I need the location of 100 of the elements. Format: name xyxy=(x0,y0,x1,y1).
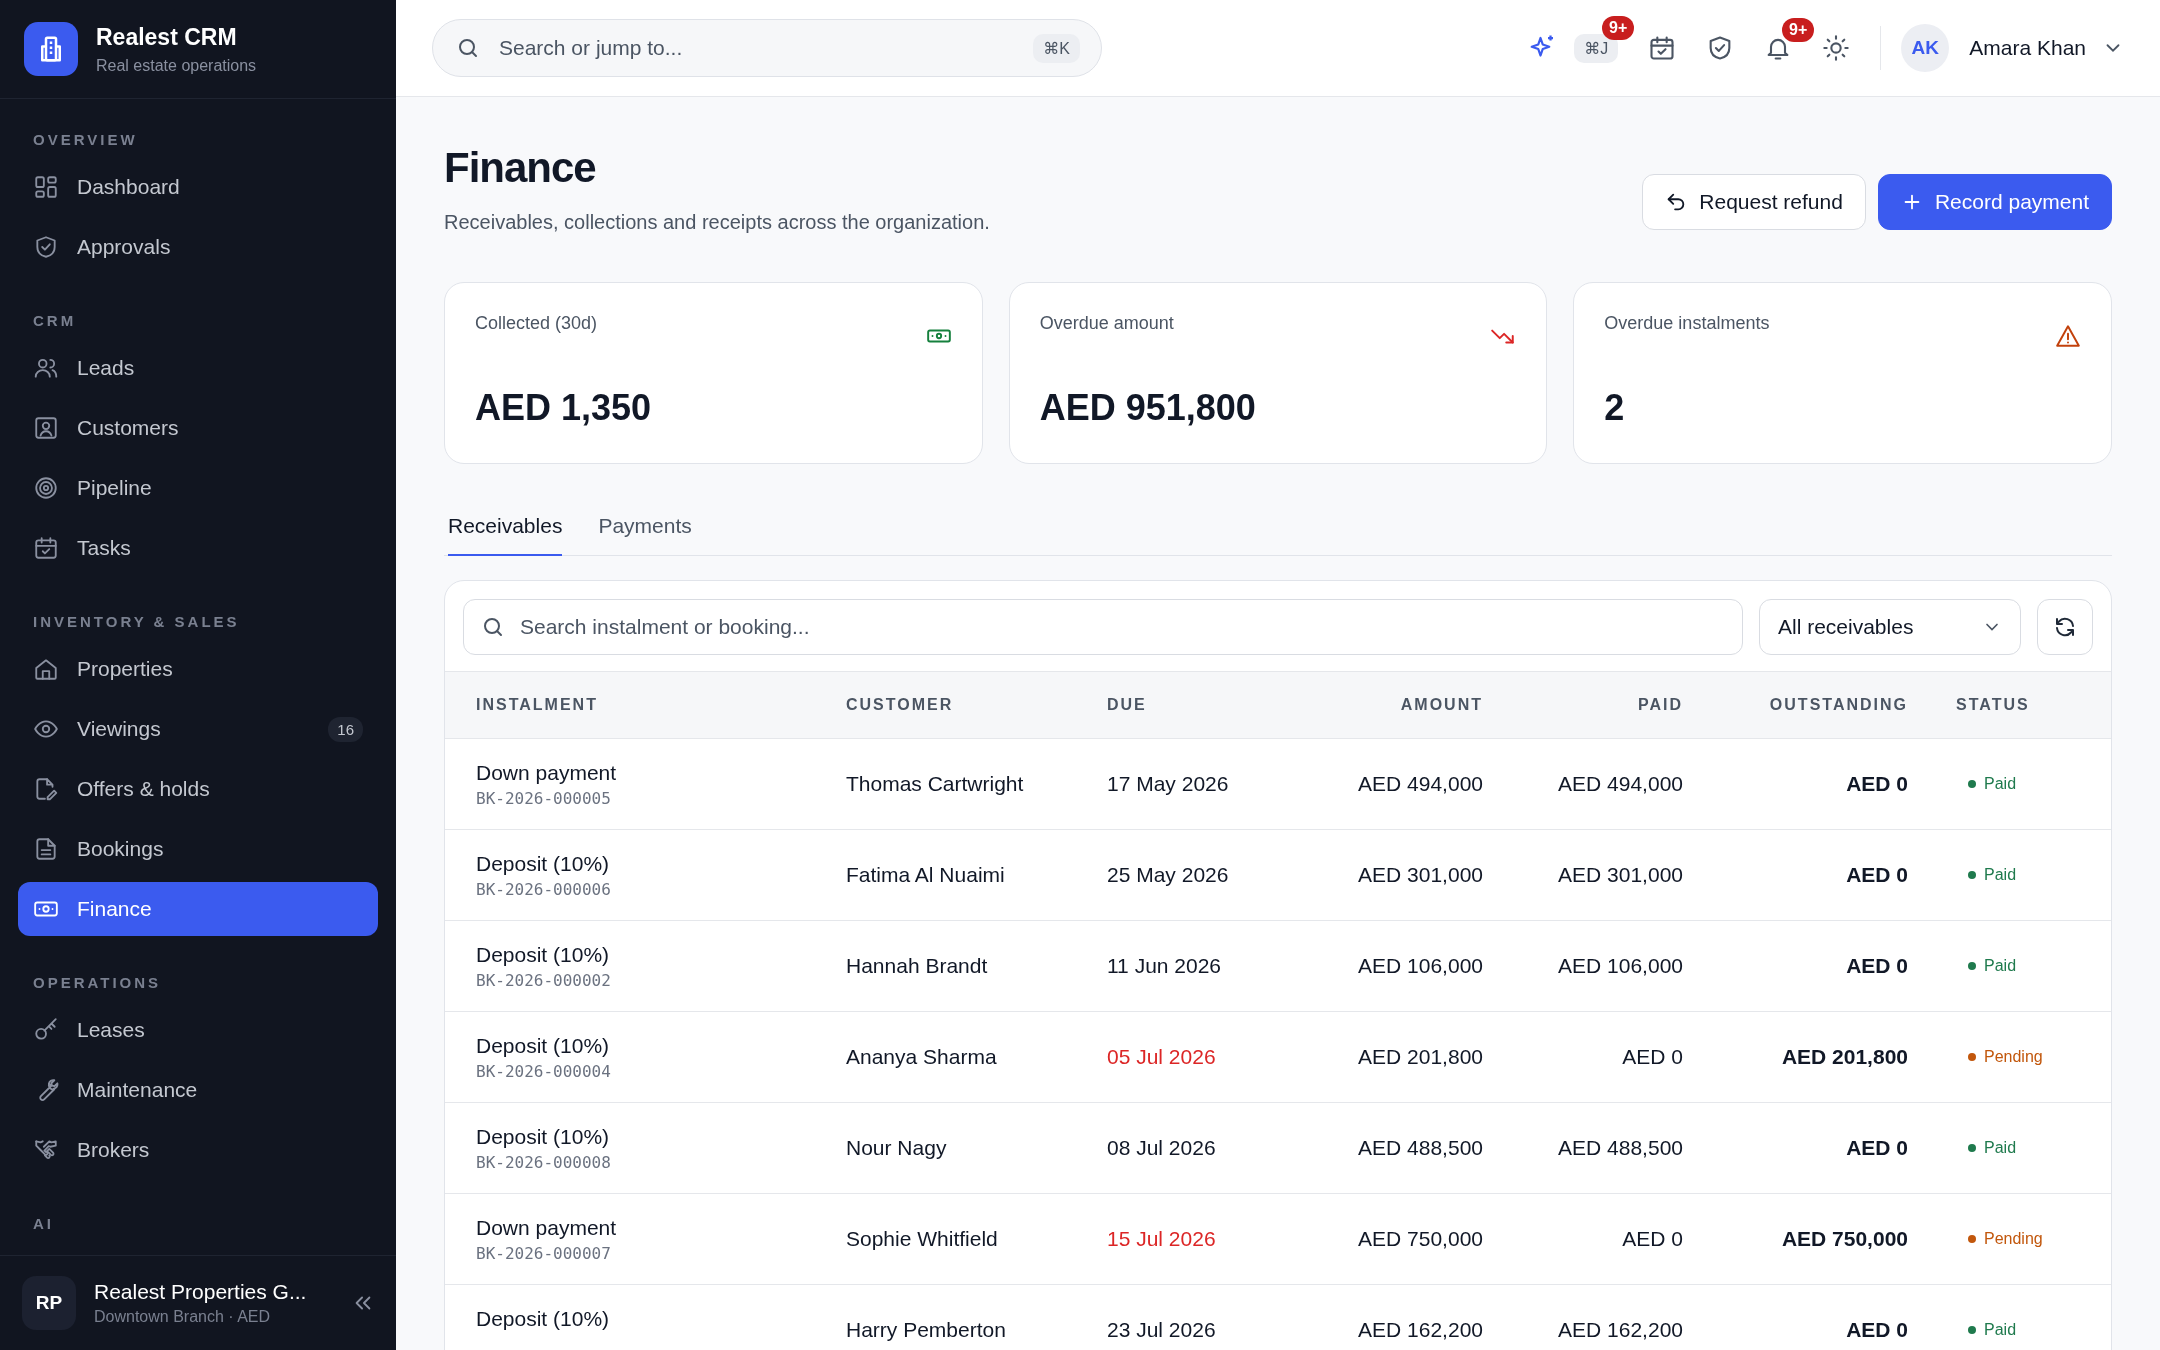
section-label: CRM xyxy=(32,311,78,331)
stat-value: AED 1,350 xyxy=(475,387,653,429)
table-cell-text: AED 488,500 xyxy=(1557,1136,1683,1160)
table-cell-text: Hannah Brandt xyxy=(846,954,989,978)
nav-item[interactable]: Offers & holds xyxy=(18,762,378,816)
user-avatar[interactable]: AK xyxy=(1901,24,1950,72)
shield-check-icon xyxy=(33,234,59,260)
table-cell-text: Deposit (10%) xyxy=(476,1124,611,1149)
column-header: PAID xyxy=(1636,696,1683,714)
table-cell-text: AED 162,200 xyxy=(1557,1318,1683,1342)
section-label: AI xyxy=(32,1214,55,1234)
contact-card-icon xyxy=(33,415,59,441)
table-cell-text: AED 750,000 xyxy=(1780,1227,1908,1251)
table-cell-text: Deposit (10%) xyxy=(476,851,611,876)
column-header: DUE xyxy=(1107,696,1148,714)
table-cell-text: Thomas Cartwright xyxy=(846,772,1025,796)
table-cell-text: AED 106,000 xyxy=(1557,954,1683,978)
shortcut-key: ⌘K xyxy=(1033,34,1080,63)
table-cell-text: AED 0 xyxy=(1845,954,1908,978)
document-icon xyxy=(33,836,59,862)
search-field[interactable]: Search instalment or booking... xyxy=(463,599,1743,655)
section-label: INVENTORY & SALES xyxy=(32,612,241,632)
app-title: Realest CRM xyxy=(96,23,238,51)
nav-item[interactable]: Properties xyxy=(18,642,378,696)
dashboard-icon xyxy=(33,174,59,200)
sun-icon[interactable] xyxy=(1822,34,1851,62)
booking-reference: BK-2026-000007 xyxy=(476,1243,612,1263)
request-refund-button[interactable]: Request refund xyxy=(1642,174,1866,230)
org-subtitle: Downtown Branch · AED xyxy=(94,1308,272,1326)
nav-item[interactable]: Leads xyxy=(18,341,378,395)
nav-item[interactable]: Customers xyxy=(18,401,378,455)
nav-item[interactable]: Pipeline xyxy=(18,461,378,515)
table-cell-text: AED 488,500 xyxy=(1357,1136,1483,1160)
column-header: STATUS xyxy=(1955,696,2031,714)
tab[interactable]: Payments xyxy=(598,514,692,556)
table-cell-text: Sophie Whitfield xyxy=(846,1227,999,1251)
refresh-icon xyxy=(2053,615,2077,639)
table-cell-text: 11 Jun 2026 xyxy=(1107,954,1223,978)
table-cell-text: AED 0 xyxy=(1845,1318,1908,1342)
nav-item[interactable]: Finance xyxy=(18,882,378,936)
table-cell-text: AED 201,800 xyxy=(1780,1045,1908,1069)
status-label: Paid xyxy=(1984,1139,2017,1157)
page-subtitle: Receivables, collections and receipts across the organization. xyxy=(444,211,990,234)
stat-label: Collected (30d) xyxy=(475,313,598,334)
count-badge: 9+ xyxy=(1782,18,1815,42)
table-cell-text: Deposit (10%) xyxy=(476,942,611,967)
tab[interactable]: Receivables xyxy=(448,514,563,556)
table-cell-text: Down payment xyxy=(476,760,618,785)
table-cell-text: AED 301,000 xyxy=(1557,863,1683,887)
shortcut-key[interactable]: ⌘J xyxy=(1574,33,1619,63)
nav-item[interactable]: Dashboard xyxy=(18,160,378,214)
table-cell-text: AED 0 xyxy=(1845,863,1908,887)
table-cell-text: AED 106,000 xyxy=(1357,954,1483,978)
table-cell-text: AED 494,000 xyxy=(1557,772,1683,796)
status-label: Paid xyxy=(1984,775,2017,793)
status-label: Paid xyxy=(1984,1321,2017,1339)
status-label: Paid xyxy=(1984,866,2017,884)
target-icon xyxy=(33,475,59,501)
status-label: Paid xyxy=(1984,957,2017,975)
table-cell-text: AED 494,000 xyxy=(1357,772,1483,796)
table-cell-text: Fatima Al Nuaimi xyxy=(846,863,1006,887)
stat-label: Overdue amount xyxy=(1039,313,1174,334)
table-cell-text: AED 201,800 xyxy=(1357,1045,1483,1069)
section-label: OPERATIONS xyxy=(32,973,163,993)
column-header: OUTSTANDING xyxy=(1768,696,1908,714)
org-avatar: RP xyxy=(22,1276,76,1330)
stat-label: Overdue instalments xyxy=(1604,313,1770,334)
status-label: Pending xyxy=(1984,1048,2043,1066)
table-cell-text: AED 750,000 xyxy=(1357,1227,1483,1251)
nav-item[interactable]: Brokers xyxy=(18,1123,378,1177)
table-cell-text: Deposit (10%) xyxy=(476,1033,611,1058)
table-cell-text: AED 162,200 xyxy=(1357,1318,1483,1342)
column-header: CUSTOMER xyxy=(846,696,955,714)
nav-item[interactable]: Approvals xyxy=(18,220,378,274)
booking-reference: BK-2026-000006 xyxy=(476,879,612,899)
table-cell-text: 05 Jul 2026 xyxy=(1107,1045,1217,1069)
search-icon xyxy=(481,615,505,639)
user-name[interactable]: Amara Khan xyxy=(1969,36,2086,60)
search-icon xyxy=(456,36,480,60)
table-cell-text: AED 301,000 xyxy=(1357,863,1483,887)
org-name[interactable]: Realest Properties G... xyxy=(94,1280,334,1304)
status-label: Pending xyxy=(1984,1230,2043,1248)
nav-item[interactable]: Viewings 16 xyxy=(18,702,378,756)
nav-item[interactable]: Maintenance xyxy=(18,1063,378,1117)
nav-item[interactable]: Leases xyxy=(18,1003,378,1057)
nav-item[interactable]: Bookings xyxy=(18,822,378,876)
table-cell-text: AED 0 xyxy=(1845,1136,1908,1160)
count-badge: 16 xyxy=(328,716,363,742)
column-header: AMOUNT xyxy=(1399,696,1483,714)
booking-reference: BK-2026-000002 xyxy=(476,970,612,990)
table-cell-text: 17 May 2026 xyxy=(1107,772,1230,796)
nav-item[interactable]: Tasks xyxy=(18,521,378,575)
refresh-button[interactable] xyxy=(2037,599,2093,655)
page-title: Finance xyxy=(444,144,597,192)
record-payment-button[interactable]: Record payment xyxy=(1877,174,2112,230)
table-cell-text: Ananya Sharma xyxy=(846,1045,998,1069)
table-cell-text: AED 0 xyxy=(1621,1045,1683,1069)
filter-dropdown[interactable]: All receivables xyxy=(1759,599,2021,655)
table-cell-text: 08 Jul 2026 xyxy=(1107,1136,1217,1160)
calendar-check-icon[interactable] xyxy=(1648,34,1677,62)
